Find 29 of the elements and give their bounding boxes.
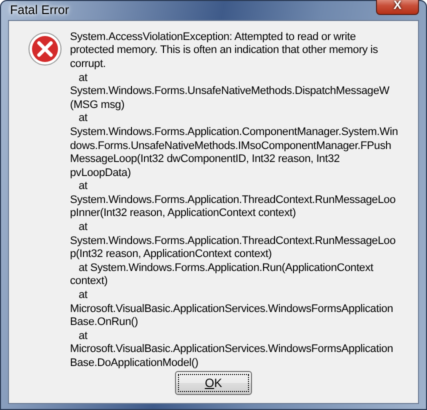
- message-line: at: [78, 180, 88, 194]
- message-line: System.Windows.Forms.Application.ThreadContext.RunMessageLoo: [70, 234, 396, 248]
- message-line: corrupt.: [70, 58, 107, 72]
- message-line: System.Windows.Forms.Application.ThreadContext.RunMessageLoo: [70, 194, 396, 208]
- message-line: MessageLoop(Int32 dwComponentID, Int32 reason, Int32: [70, 153, 341, 167]
- message-line: Base.OnRun(): [70, 316, 139, 330]
- message-line: context): [70, 275, 109, 290]
- message-line: dows.Forms.UnsafeNativeMethods.IMsoComponentManager.FPush: [70, 140, 392, 154]
- message-line: pInner(Int32 reason, ApplicationContext context): [70, 207, 297, 222]
- message-line: p(Int32 reason, ApplicationContext context): [70, 248, 273, 262]
- message-line: at: [78, 72, 88, 86]
- message-line: pvLoopData): [70, 166, 132, 180]
- error-icon: [28, 32, 62, 66]
- message-line: System.Windows.Forms.UnsafeNativeMethods.DispatchMessageW: [70, 85, 390, 99]
- message-line: at System.Windows.Forms.Application.Run(ApplicationContext: [78, 262, 374, 276]
- window-title: Fatal Error: [10, 2, 70, 19]
- message-line: Base.DoApplicationModel(): [70, 357, 200, 371]
- message-line: at: [78, 330, 88, 344]
- message-line: Microsoft.VisualBasic.ApplicationServices.WindowsFormsApplication: [70, 343, 394, 357]
- message-line: at: [78, 221, 88, 235]
- message-line: (MSG msg): [70, 98, 126, 112]
- message-line: System.Windows.Forms.Application.ComponentManager.System.Win: [70, 126, 398, 140]
- message-line: System.AccessViolationException: Attempted to read or write: [70, 30, 357, 44]
- message-line: at: [78, 112, 88, 126]
- message-line: Microsoft.VisualBasic.ApplicationServices.WindowsFormsApplication: [70, 302, 394, 316]
- message-line: at: [78, 289, 88, 303]
- message-line: protected memory. This is often an indication that other memory is: [70, 44, 379, 58]
- close-button[interactable]: X: [376, 0, 419, 16]
- ok-button[interactable]: OK: [175, 370, 252, 395]
